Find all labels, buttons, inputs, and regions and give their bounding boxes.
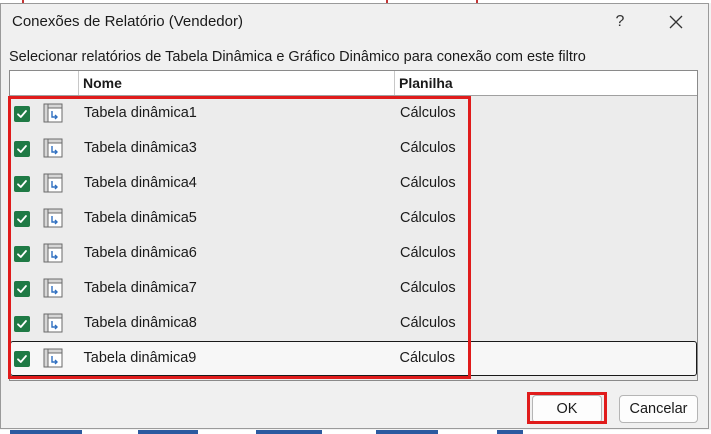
close-button[interactable] [661,8,691,36]
checkmark-icon [17,250,27,258]
checkmark-icon [17,320,27,328]
background-segment [10,430,82,434]
table-row[interactable]: Tabela dinâmica3 Cálculos [10,131,697,166]
list-body: Tabela dinâmica1 Cálculos Tabela dinâmica3… [10,96,697,380]
report-name: Tabela dinâmica5 [84,210,197,226]
report-sheet: Cálculos [400,140,456,156]
background-segment [138,430,198,434]
cancel-button[interactable]: Cancelar [619,395,698,423]
report-name: Tabela dinâmica3 [84,140,197,156]
checkbox[interactable] [14,316,30,332]
column-header-nome[interactable]: Nome [79,71,395,95]
pivot-table-icon [43,173,63,193]
report-sheet: Cálculos [400,210,456,226]
report-name: Tabela dinâmica9 [83,350,197,366]
checkbox[interactable] [13,350,30,367]
column-header-planilha[interactable]: Planilha [395,71,697,95]
column-header-select[interactable] [10,71,79,95]
pivot-table-icon [43,103,63,123]
checkmark-icon [17,215,27,223]
background-segment [497,430,523,434]
background-segment [256,430,322,434]
checkbox[interactable] [14,281,30,297]
report-list[interactable]: Nome Planilha Tabela dinâmica1 Cálculos Ta… [9,70,698,381]
pivot-table-icon [43,138,63,158]
report-name: Tabela dinâmica7 [84,280,197,296]
pivot-table-icon [43,348,62,367]
table-row[interactable]: Tabela dinâmica8 Cálculos [10,306,697,341]
checkbox[interactable] [14,211,30,227]
ok-button[interactable]: OK [532,395,602,423]
pivot-table-icon [43,243,63,263]
pivot-table-icon [43,208,63,228]
checkmark-icon [17,180,27,188]
checkmark-icon [16,354,27,363]
instruction-text: Selecionar relatórios de Tabela Dinâmica… [9,49,586,65]
report-name: Tabela dinâmica1 [84,105,197,121]
checkbox[interactable] [14,106,30,122]
report-name: Tabela dinâmica8 [84,315,197,331]
report-name: Tabela dinâmica4 [84,175,197,191]
close-icon [669,15,683,29]
checkmark-icon [17,285,27,293]
report-sheet: Cálculos [399,350,456,366]
table-row[interactable]: Tabela dinâmica4 Cálculos [10,166,697,201]
report-sheet: Cálculos [400,280,456,296]
table-row[interactable]: Tabela dinâmica1 Cálculos [10,96,697,131]
table-row[interactable]: Tabela dinâmica7 Cálculos [10,271,697,306]
background-strip-bottom [0,430,711,434]
table-row[interactable]: Tabela dinâmica9 Cálculos [10,341,697,376]
pivot-table-icon [43,313,63,333]
list-header: Nome Planilha [10,71,697,96]
help-button[interactable]: ? [605,8,635,36]
dialog-title: Conexões de Relatório (Vendedor) [12,13,243,30]
report-sheet: Cálculos [400,105,456,121]
table-row[interactable]: Tabela dinâmica6 Cálculos [10,236,697,271]
checkmark-icon [17,145,27,153]
table-row[interactable]: Tabela dinâmica5 Cálculos [10,201,697,236]
checkbox[interactable] [14,176,30,192]
checkbox[interactable] [14,141,30,157]
report-sheet: Cálculos [400,245,456,261]
checkbox[interactable] [14,246,30,262]
report-sheet: Cálculos [400,315,456,331]
pivot-table-icon [43,278,63,298]
report-sheet: Cálculos [400,175,456,191]
background-segment [376,430,438,434]
report-name: Tabela dinâmica6 [84,245,197,261]
checkmark-icon [17,110,27,118]
